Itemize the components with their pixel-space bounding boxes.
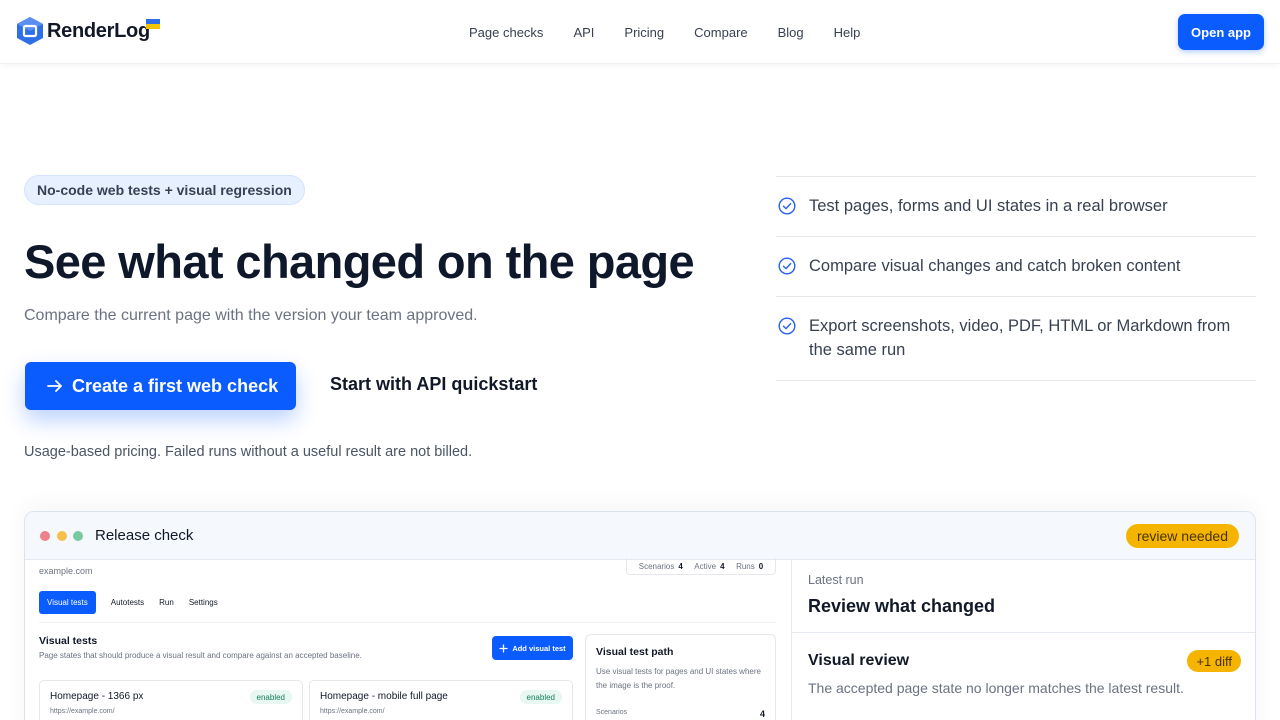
preview-window-title: Release check xyxy=(95,527,194,544)
create-web-check-label: Create a first web check xyxy=(72,375,279,396)
tab-settings[interactable]: Settings xyxy=(189,598,218,607)
tabs-divider xyxy=(39,622,776,623)
window-dot-green xyxy=(73,531,83,541)
open-app-button[interactable]: Open app xyxy=(1178,14,1264,50)
stat-active: Active 4 xyxy=(694,562,724,571)
nav-compare[interactable]: Compare xyxy=(694,25,747,40)
visual-tests-description: Page states that should produce a visual… xyxy=(39,651,362,660)
check-circle-icon xyxy=(778,317,796,335)
feature-item: Test pages, forms and UI states in a rea… xyxy=(776,177,1256,237)
create-web-check-button[interactable]: Create a first web check xyxy=(25,362,296,410)
nav-api[interactable]: API xyxy=(573,25,594,40)
visual-test-path-panel: Visual test path Use visual tests for pa… xyxy=(585,634,776,720)
feature-text: Test pages, forms and UI states in a rea… xyxy=(809,197,1168,215)
feature-list: Test pages, forms and UI states in a rea… xyxy=(776,176,1256,381)
card-url: https://example.com/ xyxy=(50,708,115,715)
stat-label: Scenarios xyxy=(638,561,675,571)
add-visual-test-label: Add visual test xyxy=(512,643,566,653)
nav-page-checks[interactable]: Page checks xyxy=(469,25,543,40)
feature-item: Export screenshots, video, PDF, HTML or … xyxy=(776,297,1256,381)
tab-run[interactable]: Run xyxy=(159,598,174,607)
latest-run-divider xyxy=(792,632,1255,633)
tab-visual-tests[interactable]: Visual tests xyxy=(39,591,96,614)
stat-label: Active xyxy=(694,561,717,571)
ukraine-flag-icon xyxy=(146,19,160,29)
add-visual-test-button[interactable]: Add visual test xyxy=(492,636,573,660)
preview-tabs: Visual tests Autotests Run Settings xyxy=(39,591,233,614)
brand-name: RenderLog xyxy=(47,19,150,42)
hero-subtitle: Compare the current page with the versio… xyxy=(24,307,478,324)
stat-runs: Runs 0 xyxy=(736,562,763,571)
path-scenarios-label: Scenarios xyxy=(596,709,628,716)
card-title: Homepage - mobile full page xyxy=(320,691,448,702)
nav-blog[interactable]: Blog xyxy=(778,25,804,40)
nav-pricing[interactable]: Pricing xyxy=(624,25,664,40)
card-url: https://example.com/ xyxy=(320,708,385,715)
feature-text: Export screenshots, video, PDF, HTML or … xyxy=(809,317,1231,359)
pricing-note: Usage-based pricing. Failed runs without… xyxy=(24,444,473,460)
latest-run-title: Review what changed xyxy=(808,596,996,616)
path-scenarios-value: 4 xyxy=(759,709,765,719)
review-needed-badge: review needed xyxy=(1125,524,1239,548)
path-title: Visual test path xyxy=(596,646,674,658)
feature-item: Compare visual changes and catch broken … xyxy=(776,237,1256,297)
main-nav: Page checks API Pricing Compare Blog Hel… xyxy=(469,0,890,64)
arrow-right-icon xyxy=(47,380,62,392)
window-dot-red xyxy=(40,531,50,541)
visual-review-title: Visual review xyxy=(808,652,910,669)
site-header: RenderLog Page checks API Pricing Compar… xyxy=(0,0,1280,64)
check-circle-icon xyxy=(778,257,796,275)
hero-badge: No-code web tests + visual regression xyxy=(24,175,305,205)
diff-count-badge: +1 diff xyxy=(1187,650,1241,672)
plus-icon xyxy=(499,643,508,653)
hero-title: See what changed on the page xyxy=(24,235,695,288)
feature-text: Compare visual changes and catch broken … xyxy=(809,257,1181,275)
enabled-badge: enabled xyxy=(519,690,562,704)
stat-value: 4 xyxy=(720,561,725,571)
visual-review-description: The accepted page state no longer matche… xyxy=(808,680,1184,696)
stat-value: 0 xyxy=(758,561,764,571)
latest-run-panel: Latest run Review what changed Visual re… xyxy=(791,560,1255,720)
visual-test-card[interactable]: Homepage - 1366 px https://example.com/ … xyxy=(39,680,303,720)
check-circle-icon xyxy=(778,197,796,215)
stat-scenarios: Scenarios 4 xyxy=(639,562,683,571)
card-title: Homepage - 1366 px xyxy=(50,691,144,702)
nav-help[interactable]: Help xyxy=(834,25,861,40)
api-quickstart-link[interactable]: Start with API quickstart xyxy=(330,374,537,395)
preview-titlebar: Release check review needed xyxy=(25,512,1255,560)
enabled-badge: enabled xyxy=(249,690,292,704)
site-domain: example.com xyxy=(39,566,93,576)
latest-run-label: Latest run xyxy=(808,573,864,587)
tab-autotests[interactable]: Autotests xyxy=(111,598,144,607)
stats-bar: Scenarios 4 Active 4 Runs 0 xyxy=(626,558,776,575)
visual-tests-title: Visual tests xyxy=(39,635,98,647)
path-description: Use visual tests for pages and UI states… xyxy=(596,667,761,690)
stat-value: 4 xyxy=(678,561,683,571)
cube-logo-icon xyxy=(17,17,43,45)
visual-test-card[interactable]: Homepage - mobile full page https://exam… xyxy=(309,680,573,720)
stat-label: Runs xyxy=(736,561,755,571)
preview-main-panel: example.com Scenarios 4 Active 4 Runs 0 Vis… xyxy=(25,558,791,720)
brand-logo[interactable]: RenderLog xyxy=(16,16,160,46)
window-dot-yellow xyxy=(57,531,67,541)
app-preview-window: Release check review needed example.com … xyxy=(24,511,1256,720)
